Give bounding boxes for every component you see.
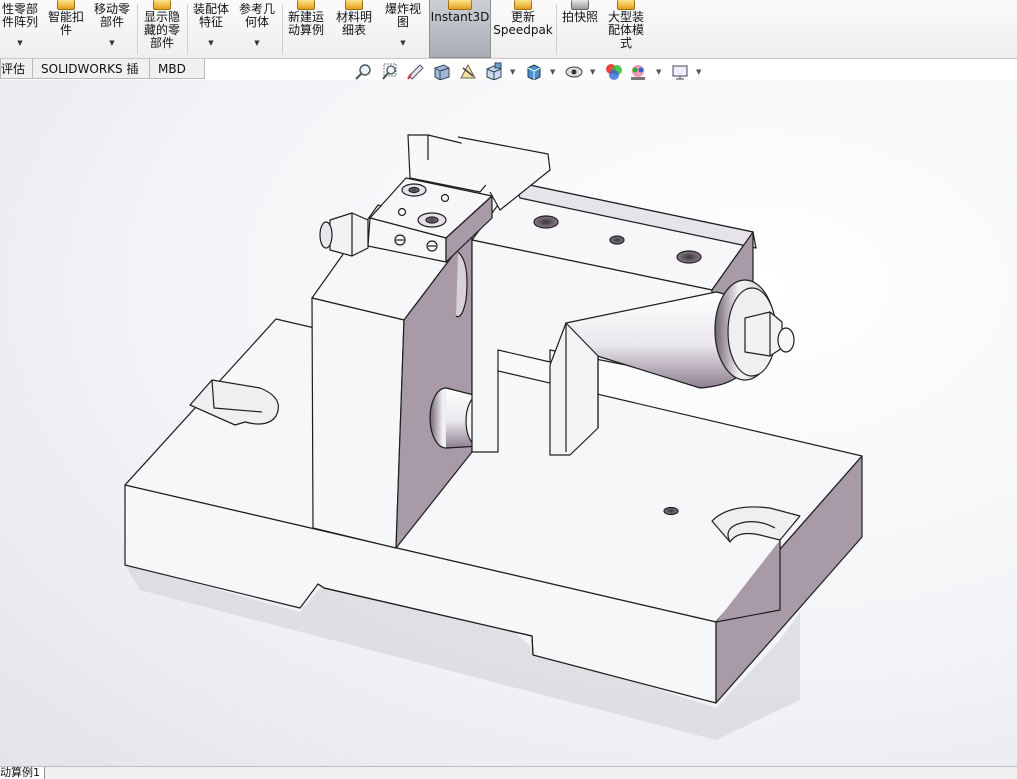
new-motion-study-label: 新建运 动算例: [287, 10, 324, 37]
edit-appearance-icon[interactable]: [604, 62, 624, 82]
take-snapshot-button[interactable]: 拍快照: [558, 0, 602, 57]
large-assembly-mode-button[interactable]: 大型装 配体模 式: [604, 0, 648, 57]
zoom-to-fit-icon[interactable]: [354, 62, 374, 82]
apply-scene-icon[interactable]: [628, 62, 648, 82]
reference-geometry-label: 参考几 何体: [238, 2, 275, 29]
exploded-view-label: 爆炸视 图: [384, 2, 421, 29]
camera-icon: [571, 0, 589, 10]
bill-of-materials-label: 材料明 细表: [335, 10, 372, 37]
show-hidden-components-icon: [153, 0, 171, 10]
instant3d-icon: [448, 0, 472, 10]
assembly-features-button[interactable]: 装配体 特征 ▼: [190, 0, 232, 57]
instant3d-button[interactable]: Instant3D: [429, 0, 491, 58]
show-hidden-components-button[interactable]: 显示隐 藏的零 部件: [140, 0, 184, 57]
instant3d-label: Instant3D: [430, 10, 490, 24]
view-orientation-icon[interactable]: [484, 62, 504, 82]
exploded-view-button[interactable]: 爆炸视 图 ▼: [381, 0, 425, 57]
dynamic-annotation-icon[interactable]: [458, 62, 478, 82]
large-assembly-mode-icon: [617, 0, 635, 10]
update-speedpak-label: 更新 Speedpak: [493, 10, 553, 37]
linear-component-pattern-label: 性零部 件阵列: [1, 2, 38, 29]
section-view-icon[interactable]: [432, 62, 452, 82]
tab-motion-study-1[interactable]: 动算例1: [0, 767, 45, 779]
command-manager-ribbon: 性零部 件阵列 ▼ 智能扣 件 移动零 部件 ▼ 显示隐 藏的零 部件 装配体 …: [0, 0, 1017, 59]
tab-evaluate[interactable]: 评估: [0, 59, 33, 79]
view-settings-icon[interactable]: [670, 62, 690, 82]
chevron-down-icon[interactable]: ▼: [550, 68, 555, 76]
tab-solidworks-addins[interactable]: SOLIDWORKS 插件: [32, 59, 150, 96]
linear-component-pattern-button[interactable]: 性零部 件阵列 ▼: [0, 0, 40, 57]
tab-mbd-label: MBD: [158, 62, 186, 76]
chevron-down-icon[interactable]: ▼: [656, 68, 661, 76]
take-snapshot-label: 拍快照: [561, 10, 598, 24]
ribbon-separator: [137, 4, 138, 54]
chevron-down-icon[interactable]: ▼: [381, 37, 425, 50]
chevron-down-icon[interactable]: ▼: [510, 68, 515, 76]
previous-view-icon[interactable]: [406, 62, 426, 82]
bill-of-materials-icon: [345, 0, 363, 10]
chevron-down-icon[interactable]: ▼: [90, 37, 134, 50]
chevron-down-icon[interactable]: ▼: [235, 37, 279, 50]
new-motion-study-icon: [297, 0, 315, 10]
move-component-label: 移动零 部件: [93, 2, 130, 29]
assembly-model[interactable]: [0, 80, 1017, 766]
smart-fasteners-icon: [57, 0, 75, 10]
smart-fasteners-button[interactable]: 智能扣 件: [44, 0, 88, 57]
reference-geometry-button[interactable]: 参考几 何体 ▼: [235, 0, 279, 57]
hide-show-items-icon[interactable]: [564, 62, 584, 82]
new-motion-study-button[interactable]: 新建运 动算例: [284, 0, 328, 57]
ribbon-separator: [282, 4, 283, 54]
ribbon-separator: [556, 4, 557, 54]
chevron-down-icon[interactable]: ▼: [0, 37, 40, 50]
motion-study-tab-bar: 动算例1: [0, 766, 1017, 779]
update-speedpak-icon: [514, 0, 532, 10]
chevron-down-icon[interactable]: ▼: [590, 68, 595, 76]
tab-motion-study-1-label: 动算例1: [0, 766, 40, 779]
large-assembly-mode-label: 大型装 配体模 式: [607, 10, 644, 50]
ribbon-separator: [187, 4, 188, 54]
zoom-to-area-icon[interactable]: [380, 62, 400, 82]
move-component-button[interactable]: 移动零 部件 ▼: [90, 0, 134, 57]
graphics-area[interactable]: [0, 80, 1017, 766]
chevron-down-icon[interactable]: ▼: [190, 37, 232, 50]
tab-mbd[interactable]: MBD: [149, 59, 205, 79]
bill-of-materials-button[interactable]: 材料明 细表: [332, 0, 376, 57]
assembly-features-label: 装配体 特征: [192, 2, 229, 29]
chevron-down-icon[interactable]: ▼: [696, 68, 701, 76]
update-speedpak-button[interactable]: 更新 Speedpak: [493, 0, 553, 57]
display-style-icon[interactable]: [524, 62, 544, 82]
show-hidden-components-label: 显示隐 藏的零 部件: [143, 10, 180, 50]
smart-fasteners-label: 智能扣 件: [47, 10, 84, 37]
tab-evaluate-label: 评估: [1, 62, 26, 76]
